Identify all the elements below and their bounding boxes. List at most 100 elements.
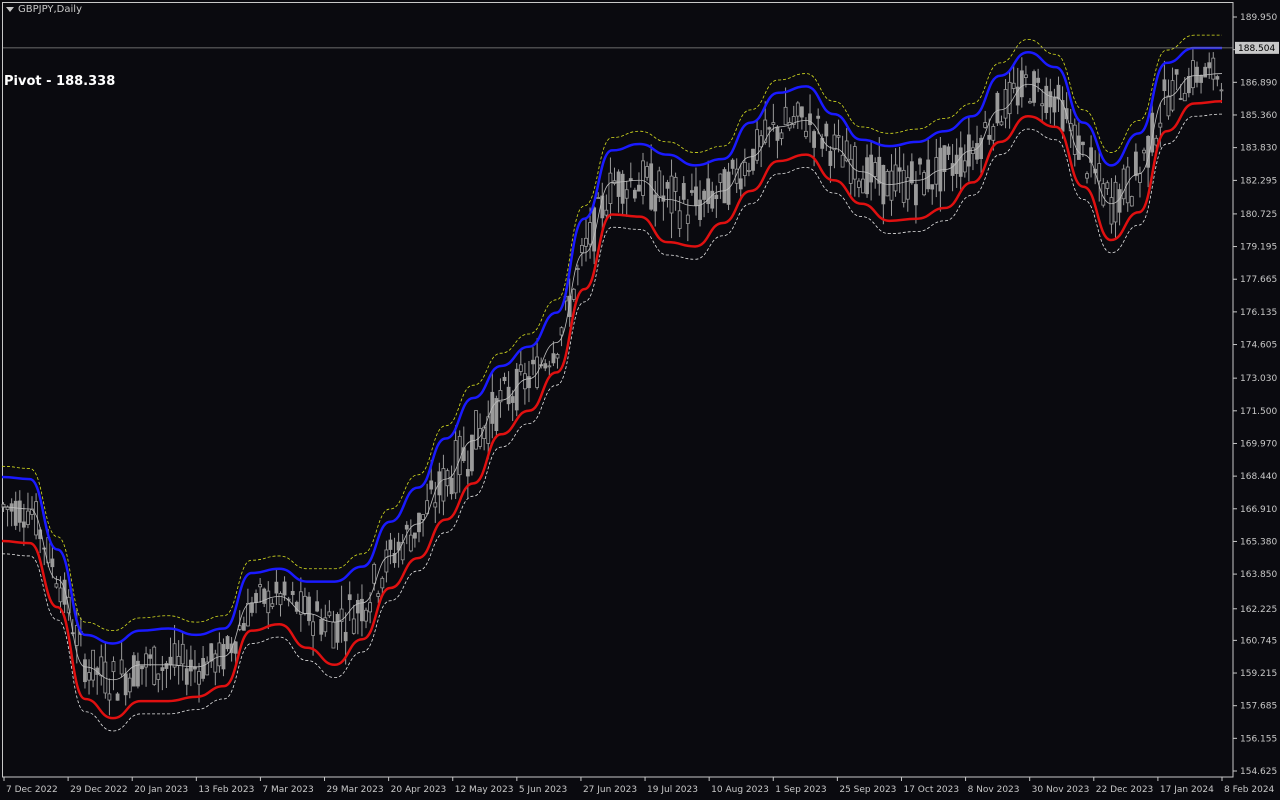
candle-body [233, 641, 238, 654]
y-tick-label: 160.745 [1240, 636, 1277, 646]
candle-body [270, 603, 275, 607]
candle-body [1072, 124, 1077, 155]
candle-body [897, 167, 902, 172]
candle-body [1011, 82, 1016, 89]
x-tick-label: 7 Dec 2022 [6, 785, 58, 795]
chevron-down-icon[interactable] [6, 7, 14, 12]
y-tick-label: 189.950 [1240, 13, 1277, 23]
candle-body [319, 619, 324, 635]
candle-body [799, 106, 804, 118]
candle-body [653, 194, 658, 212]
candle-body [1182, 92, 1187, 102]
candle-body [364, 609, 368, 622]
candle-body [657, 170, 662, 198]
x-tick-label: 7 Mar 2023 [262, 785, 313, 795]
candle-body [547, 365, 552, 368]
candle-body [730, 159, 735, 169]
candle-body [327, 611, 332, 617]
candle-body [759, 135, 764, 148]
candle-body [861, 178, 865, 194]
candle-body [909, 161, 914, 184]
candle-body [1109, 197, 1114, 225]
y-tick-label: 176.135 [1240, 308, 1277, 318]
candle-body [180, 643, 185, 665]
x-tick-label: 22 Dec 2023 [1096, 785, 1154, 795]
candle-body [881, 164, 886, 205]
candle-body [755, 129, 759, 161]
candle-body [241, 623, 246, 631]
candle-body [1085, 173, 1089, 179]
candle-body [123, 673, 128, 696]
y-tick-label: 171.500 [1240, 407, 1277, 417]
candle-body [828, 150, 833, 166]
candle-body [250, 602, 254, 613]
candle-body [641, 160, 645, 196]
candle-body [303, 595, 307, 615]
candle-body [942, 145, 947, 172]
price-chart[interactable]: 189.950188.420186.890185.360183.830182.2… [0, 0, 1280, 800]
candle-body [188, 659, 193, 672]
candle-body [168, 656, 173, 666]
candle-body [637, 184, 641, 192]
y-tick-label: 182.295 [1240, 176, 1277, 186]
candle-body [914, 184, 918, 206]
candle-body [991, 126, 996, 141]
candle-body [824, 123, 829, 137]
candle-body [50, 558, 55, 568]
candle-body [673, 176, 678, 192]
candle-body [987, 134, 992, 140]
candle-body [164, 663, 169, 669]
candle-body [355, 599, 360, 614]
candle-body [152, 646, 157, 685]
x-tick-label: 12 May 2023 [455, 785, 514, 795]
candle-body [1166, 95, 1171, 117]
candle-body [832, 134, 837, 151]
x-tick-label: 29 Dec 2022 [70, 785, 128, 795]
candle-body [74, 625, 79, 646]
candle-body [767, 127, 772, 130]
candle-body [584, 237, 588, 247]
candle-body [714, 194, 719, 200]
x-tick-label: 29 Mar 2023 [327, 785, 384, 795]
chart-area[interactable]: 189.950188.420186.890185.360183.830182.2… [0, 0, 1280, 800]
symbol-label[interactable]: GBPJPY,Daily [6, 4, 82, 15]
candle-body [962, 160, 967, 173]
candle-body [160, 667, 165, 671]
y-tick-label: 157.685 [1240, 702, 1277, 712]
candle-body [433, 502, 438, 508]
candle-body [1186, 76, 1191, 94]
candle-body [441, 468, 446, 502]
candle-body [1044, 85, 1049, 114]
candle-body [58, 587, 63, 603]
candle-body [645, 166, 649, 178]
candle-body [1028, 101, 1032, 104]
candle-body [816, 115, 821, 119]
candle-body [417, 512, 421, 533]
y-tick-label: 180.725 [1240, 210, 1277, 220]
candle-body [254, 593, 258, 603]
candle-body [184, 668, 189, 685]
candle-body [771, 122, 776, 125]
candle-body [1207, 62, 1212, 69]
candle-body [930, 184, 935, 190]
candle-body [857, 180, 861, 188]
candle-body [274, 581, 279, 594]
candle-body [946, 146, 951, 155]
band-outer-lower [1, 113, 1223, 732]
candle-body [689, 190, 694, 193]
y-tick-label: 169.970 [1240, 439, 1277, 449]
candle-body [694, 186, 698, 206]
x-tick-label: 8 Feb 2024 [1224, 785, 1275, 795]
candle-body [17, 500, 22, 523]
candle-body [1097, 163, 1102, 182]
x-tick-label: 10 Aug 2023 [711, 785, 769, 795]
candle-body [901, 169, 906, 203]
candle-body [702, 190, 707, 200]
y-tick-label: 174.605 [1240, 341, 1277, 351]
candle-body [1081, 141, 1085, 146]
candle-body [535, 356, 540, 388]
candle-body [632, 189, 637, 199]
candle-body [127, 677, 132, 693]
candle-body [738, 178, 743, 190]
x-tick-label: 17 Jan 2024 [1160, 785, 1214, 795]
